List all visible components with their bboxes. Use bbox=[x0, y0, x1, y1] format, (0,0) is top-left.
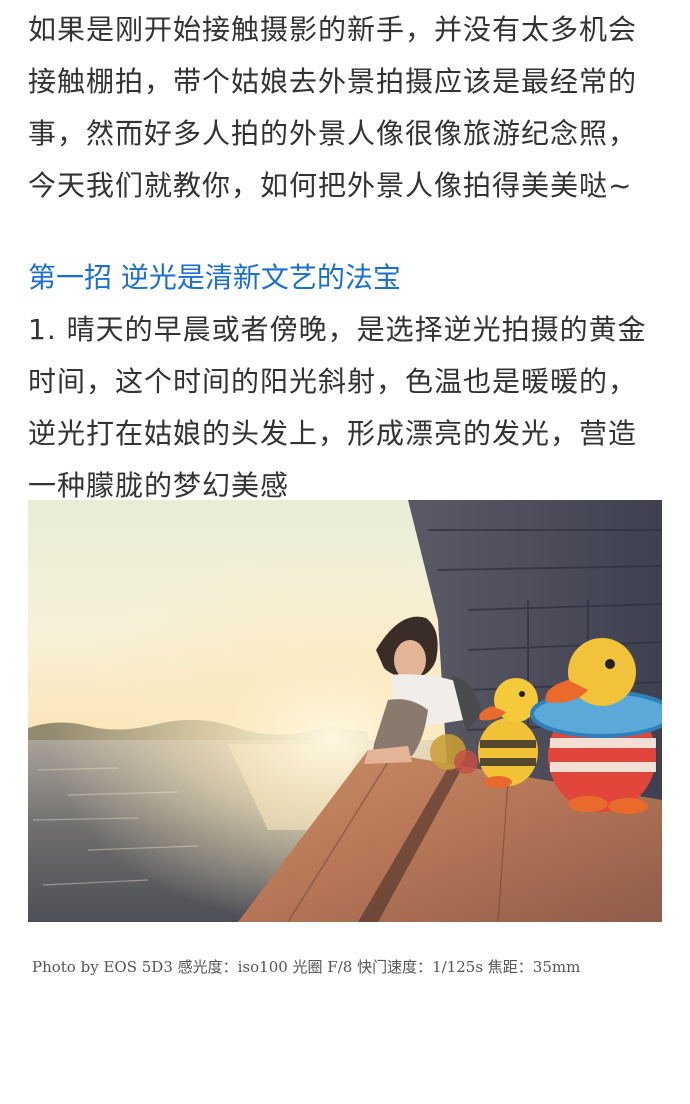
intro-paragraph: 如果是刚开始接触摄影的新手，并没有太多机会 接触棚拍，带个姑娘去外景拍摄应该是最… bbox=[28, 4, 668, 212]
section-heading: 第一招 逆光是清新文艺的法宝 bbox=[28, 261, 401, 294]
photo-caption: Photo by EOS 5D3 感光度：iso100 光圈 F/8 快门速度：… bbox=[32, 958, 581, 976]
tip-line: 1. 晴天的早晨或者傍晚，是选择逆光拍摄的黄金 bbox=[28, 313, 647, 346]
intro-line: 今天我们就教你，如何把外景人像拍得美美哒~ bbox=[28, 169, 633, 202]
backlit-portrait-photo bbox=[28, 500, 662, 922]
intro-line: 接触棚拍，带个姑娘去外景拍摄应该是最经常的 bbox=[28, 65, 638, 98]
intro-line: 事，然而好多人拍的外景人像很像旅游纪念照， bbox=[28, 117, 638, 150]
tip-line: 逆光打在姑娘的头发上，形成漂亮的发光，营造 bbox=[28, 417, 638, 450]
intro-line: 如果是刚开始接触摄影的新手，并没有太多机会 bbox=[28, 13, 638, 46]
tip-paragraph: 1. 晴天的早晨或者傍晚，是选择逆光拍摄的黄金 时间，这个时间的阳光斜射，色温也… bbox=[28, 304, 668, 512]
tip-line: 时间，这个时间的阳光斜射，色温也是暖暖的， bbox=[28, 365, 638, 398]
